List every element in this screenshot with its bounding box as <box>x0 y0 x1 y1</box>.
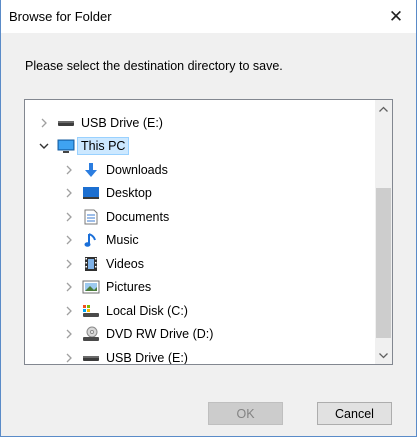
ok-button[interactable]: OK <box>208 402 283 425</box>
tree-item[interactable]: This PC <box>25 135 375 158</box>
scroll-down-icon[interactable] <box>375 347 392 364</box>
chevron-right-icon[interactable] <box>63 187 75 199</box>
tree-item-label: Videos <box>106 256 144 271</box>
downloads-icon <box>82 162 100 178</box>
usb-drive-icon <box>82 350 100 365</box>
folder-tree[interactable]: USB Drive (E:) This PC Downloads Desktop Doc… <box>24 99 393 365</box>
tree-item[interactable]: Pictures <box>25 276 375 299</box>
tree-item-label: Downloads <box>106 162 168 177</box>
documents-icon <box>82 209 100 225</box>
local-disk-icon <box>82 303 100 319</box>
browse-for-folder-dialog: Browse for Folder ✕ Please select the de… <box>0 0 417 437</box>
vertical-scrollbar[interactable] <box>375 100 392 364</box>
tree-item-label: Music <box>106 233 139 247</box>
tree-item-label: USB Drive (E:) <box>81 115 163 130</box>
tree-item[interactable]: Music <box>25 229 375 252</box>
tree-item-label: Documents <box>106 209 170 224</box>
dvd-drive-icon <box>82 326 100 342</box>
tree-item[interactable]: Downloads <box>25 158 375 181</box>
tree-item[interactable]: Local Disk (C:) <box>25 299 375 322</box>
tree-item-label: This PC <box>77 137 130 155</box>
chevron-right-icon[interactable] <box>63 234 75 246</box>
chevron-right-icon[interactable] <box>63 164 75 176</box>
dialog-body: Please select the destination directory … <box>1 33 416 436</box>
close-icon: ✕ <box>388 6 404 26</box>
chevron-right-icon[interactable] <box>63 281 75 293</box>
window-title: Browse for Folder <box>9 9 112 24</box>
this-pc-icon <box>57 138 75 154</box>
tree-item[interactable]: Documents <box>25 205 375 228</box>
instruction-text: Please select the destination directory … <box>25 59 283 73</box>
chevron-down-icon[interactable] <box>38 140 50 152</box>
music-icon <box>82 232 100 248</box>
title-bar[interactable]: Browse for Folder ✕ <box>1 0 416 33</box>
close-button[interactable]: ✕ <box>376 0 416 33</box>
chevron-right-icon[interactable] <box>63 211 75 223</box>
tree-item[interactable]: Videos <box>25 252 375 275</box>
scroll-thumb[interactable] <box>376 188 391 338</box>
chevron-right-icon[interactable] <box>63 305 75 317</box>
videos-icon <box>82 256 100 272</box>
tree-item-label: Pictures <box>106 280 152 294</box>
tree-item[interactable]: USB Drive (E:) <box>25 111 375 134</box>
tree-item[interactable]: Desktop <box>25 182 375 205</box>
tree-item[interactable]: USB Drive (E:) <box>25 346 375 365</box>
tree-item-label: DVD RW Drive (D:) <box>106 327 214 341</box>
tree-item[interactable]: DVD RW Drive (D:) <box>25 323 375 346</box>
pictures-icon <box>82 279 100 295</box>
chevron-right-icon[interactable] <box>63 328 75 340</box>
usb-drive-icon <box>57 115 75 131</box>
tree-item-label: Desktop <box>106 186 152 200</box>
folder-tree-rows: USB Drive (E:) This PC Downloads Desktop Doc… <box>25 100 375 364</box>
tree-item-label: Local Disk (C:) <box>106 303 188 318</box>
tree-item-label: USB Drive (E:) <box>106 350 188 365</box>
chevron-right-icon[interactable] <box>63 352 75 364</box>
scroll-up-icon[interactable] <box>375 100 392 117</box>
desktop-icon <box>82 185 100 201</box>
chevron-right-icon[interactable] <box>38 117 50 129</box>
chevron-right-icon[interactable] <box>63 258 75 270</box>
cancel-button[interactable]: Cancel <box>317 402 392 425</box>
